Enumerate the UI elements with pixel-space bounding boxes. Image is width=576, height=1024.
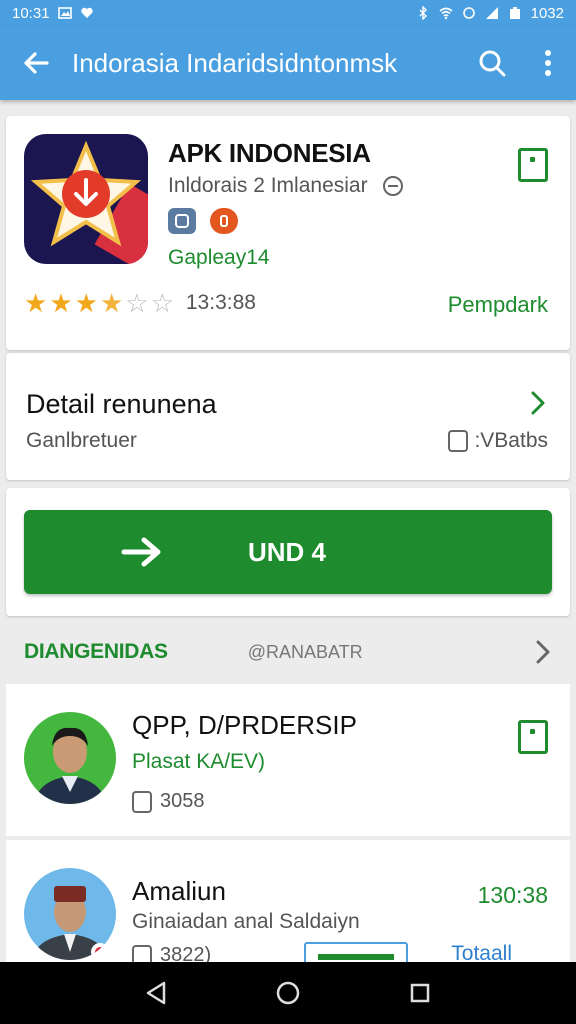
item-meta: 3058 — [132, 790, 205, 813]
nav-home-button[interactable] — [268, 973, 308, 1013]
star-empty-icon: ☆ — [150, 288, 174, 318]
status-time: 10:31 — [12, 4, 50, 22]
sync-icon — [462, 7, 475, 19]
developer-link[interactable]: Gapleay14 — [168, 246, 270, 270]
square-recents-icon — [410, 983, 430, 1003]
app-bar: Indorasia Indaridsidntonmsk — [0, 26, 576, 100]
app-subtitle: Inldorais 2 Imlanesiar — [168, 174, 368, 197]
section-title: DIANGENIDAS — [24, 640, 168, 663]
app-name: APK INDONESIA — [168, 138, 371, 168]
app-header-card: APK INDONESIA Inldorais 2 Imlanesiar Gap… — [6, 116, 570, 350]
page-title: Indorasia Indaridsidntonmsk — [72, 47, 398, 78]
item-right-value: 130:38 — [477, 882, 548, 908]
search-button[interactable] — [464, 26, 520, 100]
install-link[interactable]: Pempdark — [448, 292, 548, 318]
primary-action-label: UND 4 — [247, 536, 326, 567]
detail-meta: :VBatbs — [448, 429, 548, 453]
app-subtitle-row: Inldorais 2 Imlanesiar — [168, 174, 404, 198]
battery-level: 1032 — [530, 4, 564, 22]
rating-count: 13:3:88 — [185, 291, 256, 314]
heart-notification-icon — [80, 7, 93, 18]
back-arrow-icon — [24, 52, 49, 74]
chevron-right-icon — [531, 391, 545, 415]
minus-circle-icon — [382, 176, 403, 196]
badges — [168, 208, 238, 234]
nav-back-button[interactable] — [136, 973, 176, 1013]
more-vertical-icon — [545, 50, 551, 76]
signal-icon — [485, 7, 498, 19]
item-title: QPP, D/PRDERSIP — [132, 710, 357, 740]
review-icon — [132, 790, 152, 813]
detail-meta-text: :VBatbs — [474, 429, 548, 452]
triangle-back-icon — [146, 981, 166, 1005]
content-rating-icon — [168, 208, 196, 234]
star-full-icon: ★ — [74, 288, 98, 318]
wishlist-icon[interactable] — [518, 148, 548, 182]
action-card: UND 4 — [6, 488, 570, 616]
primary-action-button[interactable]: UND 4 — [24, 510, 552, 594]
item-subtitle: Ginaiadan anal Saldaiyn — [132, 910, 360, 933]
image-notification-icon — [57, 7, 72, 19]
star-full-icon: ★ — [24, 288, 48, 318]
star-empty-icon: ☆ — [125, 288, 149, 318]
app-icon[interactable] — [24, 134, 148, 264]
detail-card[interactable]: Detail renunena Ganlbretuer :VBatbs — [6, 352, 570, 480]
list-item[interactable]: QPP, D/PRDERSIP Plasat KA/EV) 3058 — [6, 684, 570, 836]
bluetooth-icon — [419, 6, 427, 20]
list-item[interactable]: Amaliun Ginaiadan anal Saldaiyn 3822) 13… — [6, 840, 570, 970]
avatar — [24, 868, 116, 960]
item-title: Amaliun — [132, 876, 226, 906]
download-star-icon — [30, 140, 142, 247]
detail-subtitle: Ganlbretuer — [26, 429, 137, 452]
overflow-menu-button[interactable] — [520, 26, 576, 100]
document-icon — [448, 430, 469, 452]
avatar — [24, 712, 116, 804]
search-icon — [479, 50, 506, 77]
editor-choice-icon — [210, 208, 238, 234]
arrow-right-icon — [121, 537, 161, 567]
star-full-icon: ★ — [49, 288, 73, 318]
item-meta-text: 3058 — [160, 790, 205, 812]
rating-row: ★ ★ ★ ★ ☆ ☆ 13:3:88 — [24, 290, 256, 316]
system-nav-bar — [0, 962, 576, 1024]
item-subtitle: Plasat KA/EV) — [132, 750, 266, 773]
status-bar: 10:31 1032 — [0, 0, 576, 26]
wifi-icon — [439, 7, 453, 20]
chevron-right-icon — [536, 640, 550, 664]
wishlist-icon[interactable] — [518, 720, 548, 754]
section-header[interactable]: DIANGENIDAS @RANABATR — [0, 622, 576, 682]
circle-home-icon — [276, 981, 300, 1005]
nav-recents-button[interactable] — [400, 973, 440, 1013]
section-subtitle: @RANABATR — [247, 641, 363, 662]
star-half-icon: ★ — [99, 288, 124, 318]
back-button[interactable] — [0, 26, 72, 100]
battery-icon — [509, 7, 520, 19]
detail-title: Detail renunena — [26, 389, 217, 419]
